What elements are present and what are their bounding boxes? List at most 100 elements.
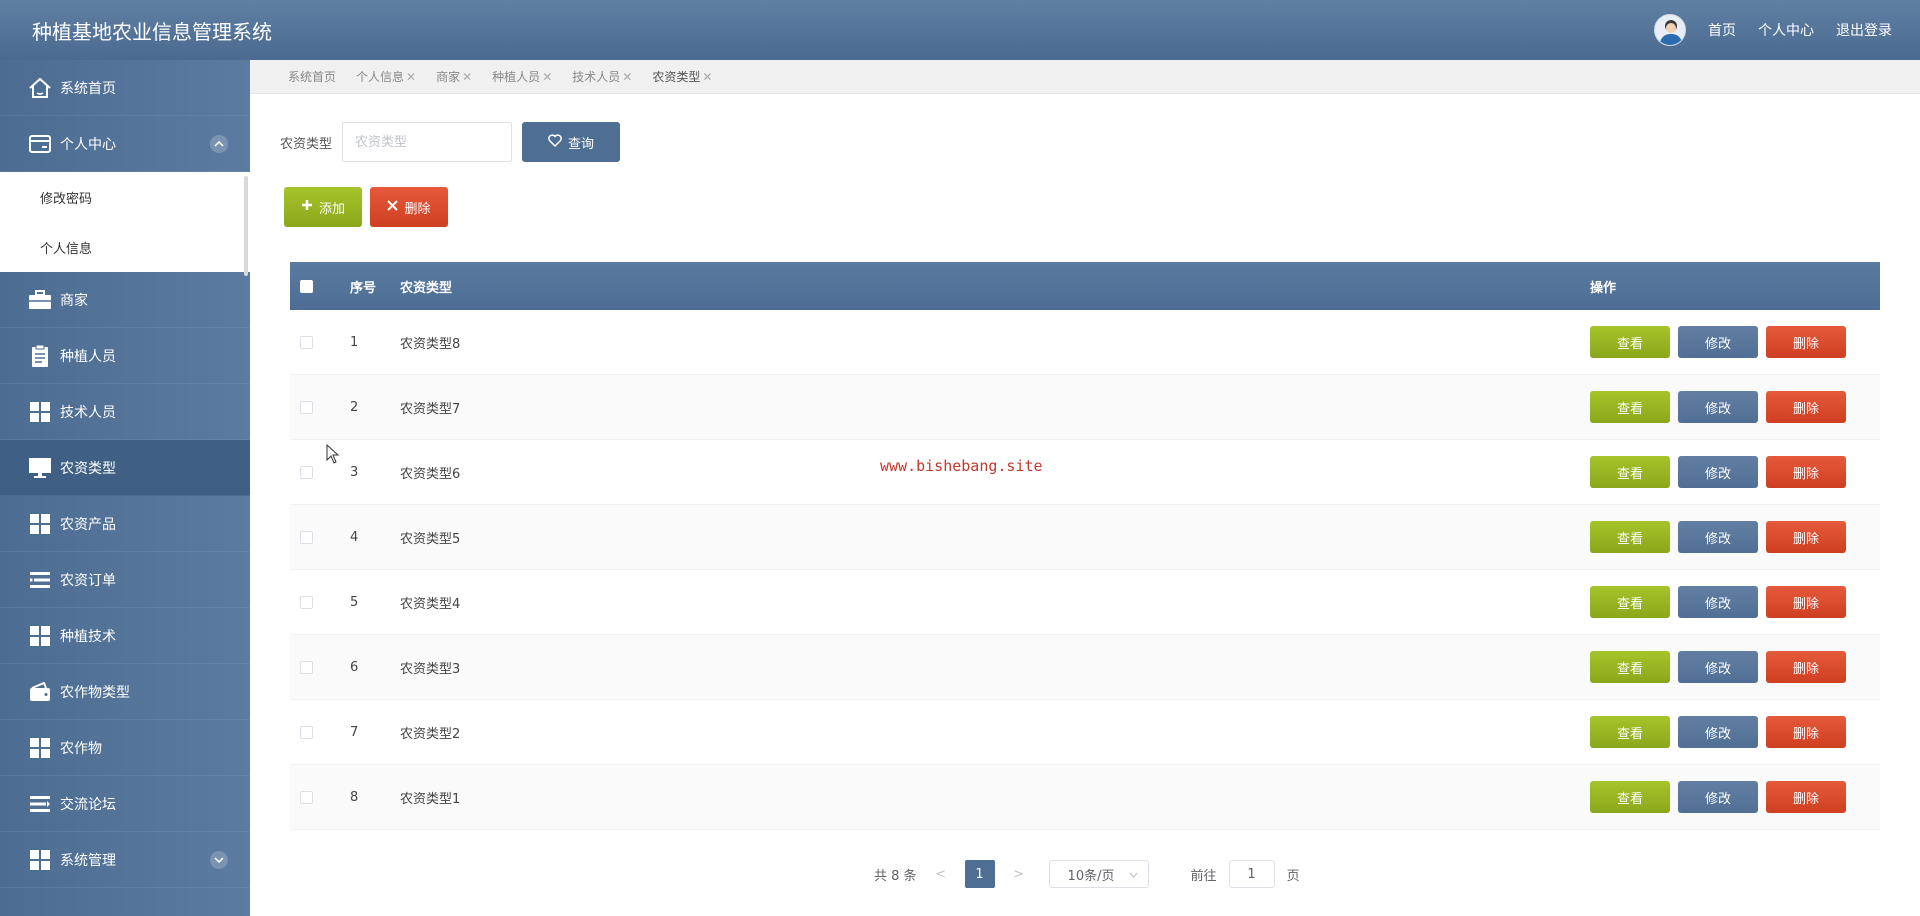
view-button[interactable]: 查看 [1590, 651, 1670, 683]
close-icon[interactable]: ✕ [462, 70, 472, 84]
sidebar-subitem-change-password[interactable]: 修改密码 [0, 172, 250, 222]
view-button[interactable]: 查看 [1590, 716, 1670, 748]
query-button-label: 查询 [568, 136, 595, 152]
prev-page-button[interactable]: < [929, 867, 953, 882]
delete-button[interactable]: 删除 [1766, 391, 1846, 423]
sidebar-item-forum[interactable]: 交流论坛 [0, 776, 250, 832]
sidebar-item-planting-tech[interactable]: 种植技术 [0, 608, 250, 664]
sidebar-item-personal-center[interactable]: 个人中心 [0, 116, 250, 172]
app-title: 种植基地农业信息管理系统 [32, 19, 272, 44]
row-checkbox[interactable] [300, 790, 313, 804]
sidebar-item-label: 农资产品 [60, 516, 116, 533]
view-button[interactable]: 查看 [1590, 521, 1670, 553]
delete-button[interactable]: 删除 [1766, 326, 1846, 358]
goto-page-input[interactable] [1228, 860, 1275, 888]
tab-planters[interactable]: 种植人员 ✕ [492, 68, 552, 85]
chevron-down-icon [1129, 867, 1138, 882]
row-checkbox[interactable] [300, 595, 313, 609]
sidebar-item-system[interactable]: 系统管理 [0, 832, 250, 888]
close-icon[interactable]: ✕ [622, 70, 632, 84]
user-avatar[interactable] [1654, 14, 1686, 46]
table-row[interactable]: 7 农资类型2 查看 修改 删除 [290, 700, 1880, 765]
personal-center-link[interactable]: 个人中心 [1758, 20, 1814, 40]
next-page-button[interactable]: > [1007, 867, 1031, 882]
grid-icon [28, 624, 52, 648]
sidebar-item-crops[interactable]: 农作物 [0, 720, 250, 776]
page-size-select[interactable]: 10条/页 [1048, 860, 1149, 888]
row-no: 6 [350, 659, 359, 675]
home-icon [28, 76, 52, 100]
edit-button[interactable]: 修改 [1678, 716, 1758, 748]
row-checkbox[interactable] [300, 725, 313, 739]
add-button[interactable]: 添加 [284, 187, 362, 227]
view-button[interactable]: 查看 [1590, 391, 1670, 423]
delete-button[interactable]: 删除 [1766, 716, 1846, 748]
table-row[interactable]: 4 农资类型5 查看 修改 删除 [290, 505, 1880, 570]
row-no: 5 [350, 594, 359, 610]
sidebar-item-technicians[interactable]: 技术人员 [0, 384, 250, 440]
page-number-button[interactable]: 1 [964, 860, 995, 888]
sidebar-item-merchant[interactable]: 商家 [0, 272, 250, 328]
view-button[interactable]: 查看 [1590, 586, 1670, 618]
logout-link[interactable]: 退出登录 [1836, 20, 1892, 40]
sidebar-item-material-type[interactable]: 农资类型 [0, 440, 250, 496]
select-all-checkbox[interactable] [300, 279, 313, 293]
tab-home[interactable]: 系统首页 [288, 68, 336, 85]
delete-button[interactable]: 删除 [1766, 456, 1846, 488]
watermark: www.bishebang.site [880, 457, 1043, 475]
tab-label: 技术人员 [572, 70, 621, 84]
tab-label: 商家 [436, 70, 461, 84]
table-row[interactable]: 6 农资类型3 查看 修改 删除 [290, 635, 1880, 700]
tab-merchant[interactable]: 商家 ✕ [436, 68, 472, 85]
delete-button[interactable]: 删除 [1766, 586, 1846, 618]
row-checkbox[interactable] [300, 465, 313, 479]
view-button[interactable]: 查看 [1590, 781, 1670, 813]
table-row[interactable]: 2 农资类型7 查看 修改 删除 [290, 375, 1880, 440]
chevron-down-icon[interactable] [210, 851, 228, 869]
batch-delete-button[interactable]: 删除 [370, 187, 448, 227]
close-icon[interactable]: ✕ [406, 70, 416, 84]
close-icon[interactable]: ✕ [542, 70, 552, 84]
close-icon[interactable]: ✕ [702, 70, 712, 84]
row-type: 农资类型8 [400, 336, 461, 352]
row-checkbox[interactable] [300, 400, 313, 414]
edit-button[interactable]: 修改 [1678, 391, 1758, 423]
home-link[interactable]: 首页 [1708, 20, 1736, 40]
table-row[interactable]: 1 农资类型8 查看 修改 删除 [290, 310, 1880, 375]
delete-button[interactable]: 删除 [1766, 521, 1846, 553]
sidebar-item-crop-type[interactable]: 农作物类型 [0, 664, 250, 720]
sidebar-item-material-product[interactable]: 农资产品 [0, 496, 250, 552]
delete-button[interactable]: 删除 [1766, 781, 1846, 813]
tab-technicians[interactable]: 技术人员 ✕ [572, 68, 632, 85]
edit-button[interactable]: 修改 [1678, 521, 1758, 553]
delete-button[interactable]: 删除 [1766, 651, 1846, 683]
sidebar-item-planters[interactable]: 种植人员 [0, 328, 250, 384]
edit-button[interactable]: 修改 [1678, 586, 1758, 618]
table-row[interactable]: 5 农资类型4 查看 修改 删除 [290, 570, 1880, 635]
sidebar-item-home[interactable]: 系统首页 [0, 60, 250, 116]
tab-personal-info[interactable]: 个人信息 ✕ [356, 68, 416, 85]
table-row[interactable]: 3 农资类型6 查看 修改 删除 [290, 440, 1880, 505]
sidebar-item-material-order[interactable]: 农资订单 [0, 552, 250, 608]
view-button[interactable]: 查看 [1590, 456, 1670, 488]
top-header: 种植基地农业信息管理系统 首页 个人中心 退出登录 [0, 0, 1920, 60]
row-checkbox[interactable] [300, 660, 313, 674]
sidebar-subitem-personal-info[interactable]: 个人信息 [0, 222, 250, 272]
search-input[interactable] [342, 122, 513, 162]
clipboard-icon [28, 344, 52, 368]
tab-material-type[interactable]: 农资类型 ✕ [652, 68, 712, 85]
edit-button[interactable]: 修改 [1678, 326, 1758, 358]
row-checkbox[interactable] [300, 335, 313, 349]
row-no: 2 [350, 399, 359, 415]
edit-button[interactable]: 修改 [1678, 456, 1758, 488]
edit-button[interactable]: 修改 [1678, 651, 1758, 683]
pagination: 共 8 条 < 1 > 10条/页 前往 页 [874, 860, 1300, 888]
sidebar-scrollbar[interactable] [244, 176, 248, 276]
row-checkbox[interactable] [300, 530, 313, 544]
edit-button[interactable]: 修改 [1678, 781, 1758, 813]
search-label: 农资类型 [280, 136, 333, 152]
chevron-up-icon[interactable] [210, 135, 228, 153]
view-button[interactable]: 查看 [1590, 326, 1670, 358]
table-row[interactable]: 8 农资类型1 查看 修改 删除 [290, 765, 1880, 830]
query-button[interactable]: 查询 [522, 122, 621, 162]
